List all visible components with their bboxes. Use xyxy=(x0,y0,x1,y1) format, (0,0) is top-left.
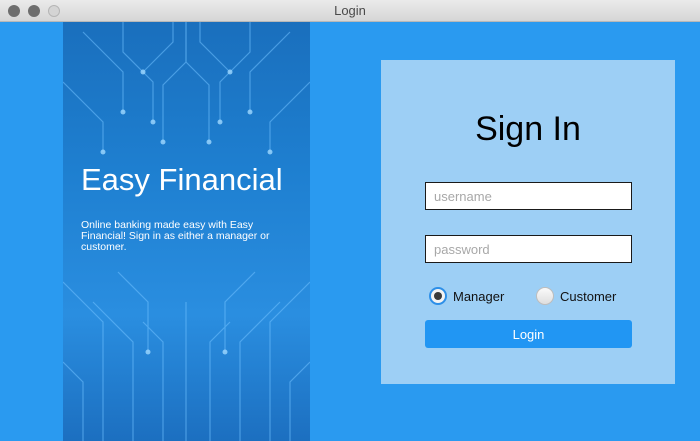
window-title: Login xyxy=(334,3,366,18)
hero-title: Easy Financial xyxy=(81,162,283,197)
customer-radio-button[interactable] xyxy=(536,287,554,305)
hero-panel: Easy Financial Online banking made easy … xyxy=(63,22,310,441)
manager-radio[interactable]: Manager xyxy=(429,287,504,305)
manager-radio-label: Manager xyxy=(453,288,505,304)
username-input[interactable] xyxy=(425,182,632,210)
manager-radio-button[interactable] xyxy=(429,287,447,305)
sign-in-card: Sign In Manager Customer Login xyxy=(381,60,675,384)
main-content: Easy Financial Online banking made easy … xyxy=(0,22,700,441)
login-button[interactable]: Login xyxy=(425,320,632,348)
password-input[interactable] xyxy=(425,235,632,263)
login-window: Login Easy Financial Online banking made… xyxy=(0,0,700,441)
title-bar: Login xyxy=(0,0,700,22)
hero-description: Online banking made easy with Easy Finan… xyxy=(81,219,270,253)
customer-radio-label: Customer xyxy=(560,288,617,304)
customer-radio[interactable]: Customer xyxy=(536,287,616,305)
sign-in-heading: Sign In xyxy=(475,110,581,148)
